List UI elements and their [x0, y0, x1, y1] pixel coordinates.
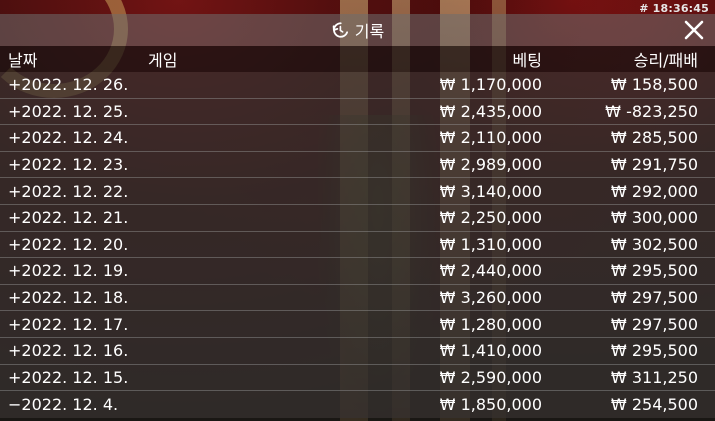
row-win-loss: ₩ 300,000 — [610, 208, 698, 228]
row-date[interactable]: +2022. 12. 22. — [0, 182, 148, 201]
row-date[interactable]: +2022. 12. 19. — [0, 261, 148, 280]
row-bet: ₩ 2,989,000 — [439, 155, 542, 175]
column-headers: 날짜 게임 베팅 승리/패배 — [0, 46, 715, 72]
row-date[interactable]: +2022. 12. 15. — [0, 368, 148, 387]
table-row[interactable]: +2022. 12. 23. ₩ 2,989,000 ₩ 291,750 — [0, 152, 715, 179]
table-row[interactable]: +2022. 12. 22. ₩ 3,140,000 ₩ 292,000 — [0, 178, 715, 205]
history-title-wrap: 기록 — [331, 18, 384, 42]
row-win-loss: ₩ 297,500 — [610, 288, 698, 308]
table-row[interactable]: +2022. 12. 21. ₩ 2,250,000 ₩ 300,000 — [0, 205, 715, 232]
row-win-loss: ₩ 291,750 — [610, 155, 698, 175]
column-header-bet[interactable]: 베팅 — [378, 47, 544, 71]
row-win-loss: ₩ 295,500 — [610, 261, 698, 281]
row-win-loss: ₩ -823,250 — [605, 101, 698, 121]
table-row[interactable]: +2022. 12. 24. ₩ 2,110,000 ₩ 285,500 — [0, 125, 715, 152]
table-row[interactable]: +2022. 12. 20. ₩ 1,310,000 ₩ 302,500 — [0, 232, 715, 259]
row-bet: ₩ 1,850,000 — [439, 394, 542, 414]
row-bet: ₩ 1,170,000 — [439, 75, 542, 95]
row-bet: ₩ 2,590,000 — [439, 367, 542, 387]
row-date[interactable]: +2022. 12. 23. — [0, 155, 148, 174]
history-icon — [331, 21, 349, 39]
row-win-loss: ₩ 158,500 — [610, 75, 698, 95]
row-date[interactable]: +2022. 12. 25. — [0, 102, 148, 121]
history-panel: 기록 날짜 게임 베팅 승리/패배 +2022. 12. 26. ₩ 1,170… — [0, 14, 715, 421]
table-row[interactable]: +2022. 12. 15. ₩ 2,590,000 ₩ 311,250 — [0, 365, 715, 392]
close-icon — [684, 20, 704, 40]
row-date[interactable]: +2022. 12. 18. — [0, 288, 148, 307]
row-date[interactable]: +2022. 12. 26. — [0, 75, 148, 94]
row-win-loss: ₩ 292,000 — [610, 181, 698, 201]
row-date[interactable]: +2022. 12. 20. — [0, 235, 148, 254]
table-row[interactable]: +2022. 12. 25. ₩ 2,435,000 ₩ -823,250 — [0, 99, 715, 126]
close-button[interactable] — [683, 19, 705, 41]
table-row[interactable]: +2022. 12. 16. ₩ 1,410,000 ₩ 295,500 — [0, 338, 715, 365]
history-header: 기록 — [0, 14, 715, 46]
column-header-date[interactable]: 날짜 — [0, 47, 148, 71]
table-row[interactable]: +2022. 12. 18. ₩ 3,260,000 ₩ 297,500 — [0, 285, 715, 312]
table-row[interactable]: −2022. 12. 4. ₩ 1,850,000 ₩ 254,500 — [0, 391, 715, 418]
row-bet: ₩ 1,280,000 — [439, 314, 542, 334]
row-bet: ₩ 1,310,000 — [439, 234, 542, 254]
row-win-loss: ₩ 297,500 — [610, 314, 698, 334]
row-bet: ₩ 3,260,000 — [439, 288, 542, 308]
row-bet: ₩ 2,435,000 — [439, 101, 542, 121]
history-table-body: +2022. 12. 26. ₩ 1,170,000 ₩ 158,500 +20… — [0, 72, 715, 418]
table-row[interactable]: +2022. 12. 17. ₩ 1,280,000 ₩ 297,500 — [0, 311, 715, 338]
row-date[interactable]: +2022. 12. 24. — [0, 128, 148, 147]
row-bet: ₩ 2,110,000 — [439, 128, 542, 148]
row-bet: ₩ 2,250,000 — [439, 208, 542, 228]
row-win-loss: ₩ 285,500 — [610, 128, 698, 148]
row-date[interactable]: −2022. 12. 4. — [0, 395, 148, 414]
row-date[interactable]: +2022. 12. 17. — [0, 315, 148, 334]
session-timestamp: # 18:36:45 — [639, 2, 709, 15]
row-win-loss: ₩ 302,500 — [610, 234, 698, 254]
row-bet: ₩ 3,140,000 — [439, 181, 542, 201]
history-title: 기록 — [354, 22, 385, 41]
row-bet: ₩ 1,410,000 — [439, 341, 542, 361]
column-header-win-loss[interactable]: 승리/패배 — [544, 47, 715, 71]
row-win-loss: ₩ 295,500 — [610, 341, 698, 361]
row-win-loss: ₩ 254,500 — [610, 394, 698, 414]
column-header-game[interactable]: 게임 — [148, 47, 378, 71]
row-date[interactable]: +2022. 12. 16. — [0, 341, 148, 360]
row-bet: ₩ 2,440,000 — [439, 261, 542, 281]
row-win-loss: ₩ 311,250 — [610, 367, 698, 387]
table-row[interactable]: +2022. 12. 19. ₩ 2,440,000 ₩ 295,500 — [0, 258, 715, 285]
table-row[interactable]: +2022. 12. 26. ₩ 1,170,000 ₩ 158,500 — [0, 72, 715, 99]
row-date[interactable]: +2022. 12. 21. — [0, 208, 148, 227]
